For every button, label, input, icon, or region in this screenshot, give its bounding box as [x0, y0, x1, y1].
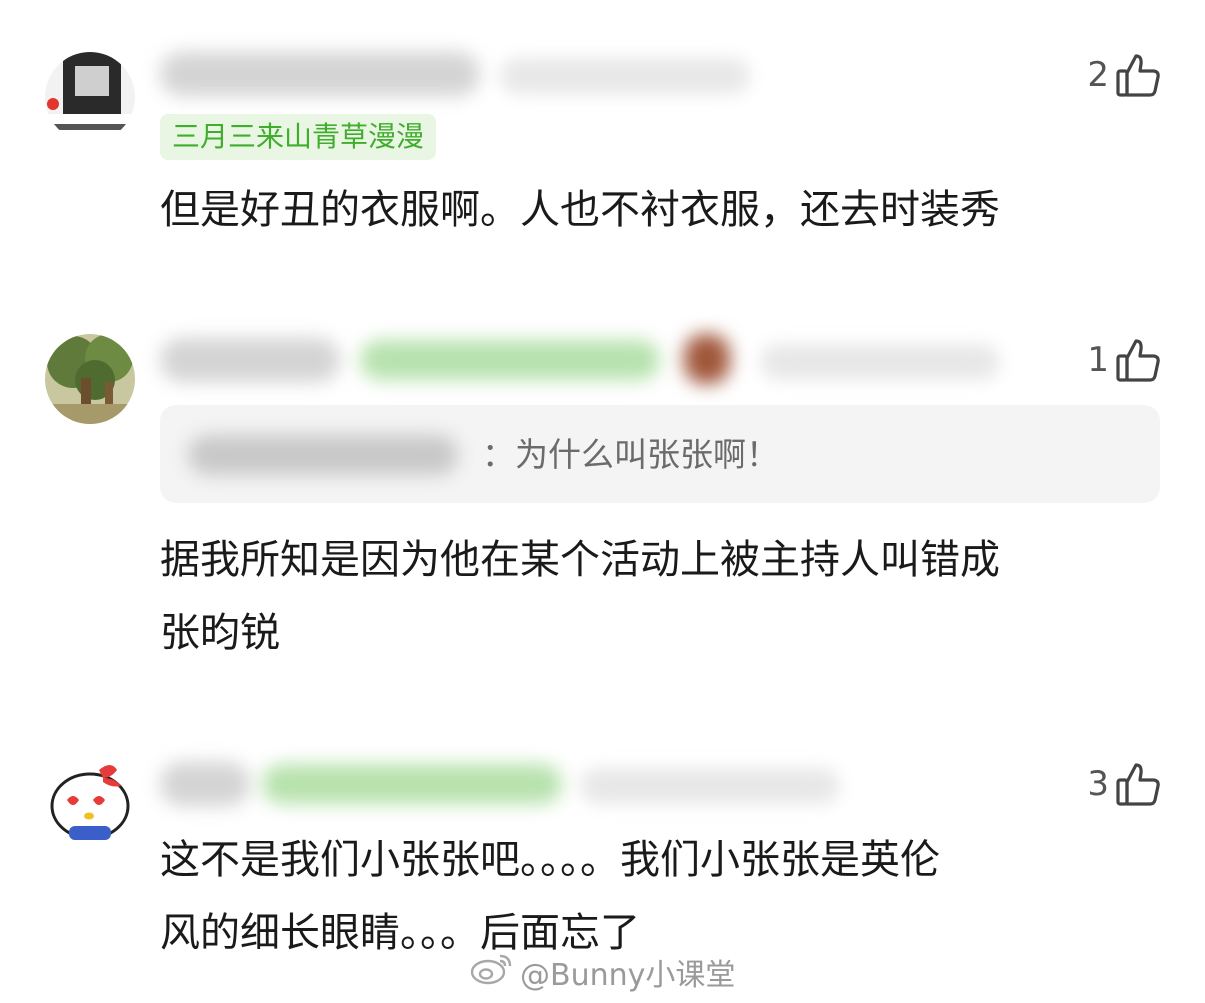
avatar[interactable]	[45, 756, 135, 846]
like-count: 3	[1087, 764, 1109, 804]
weibo-logo-icon	[470, 950, 514, 994]
blurred-meta	[580, 768, 840, 804]
thumbs-up-icon[interactable]	[1115, 761, 1161, 807]
watermark: @Bunny小课堂	[470, 950, 735, 994]
blurred-badge	[262, 764, 562, 804]
blurred-username[interactable]	[160, 762, 250, 806]
comment-3: 3 这不是我们小张张吧。。。。我们小张张是英伦 风的细长眼睛。。。后面忘了	[0, 0, 1205, 1003]
like-button[interactable]: 3	[1087, 761, 1161, 807]
watermark-text: @Bunny小课堂	[520, 958, 736, 993]
comment-text-line-1: 这不是我们小张张吧。。。。我们小张张是英伦	[160, 837, 940, 883]
